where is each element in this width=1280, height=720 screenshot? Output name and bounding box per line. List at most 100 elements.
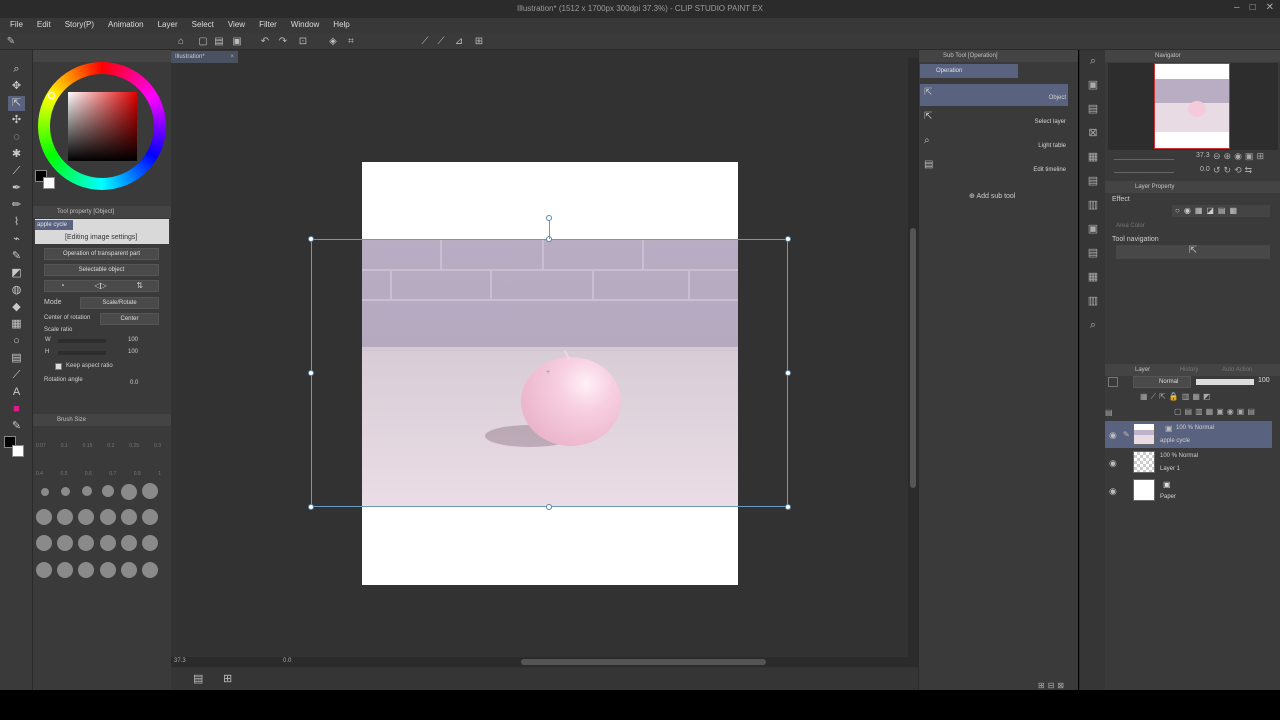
brush-size-label[interactable]: 0.5 — [60, 471, 67, 477]
material-icon[interactable]: ▥ — [1086, 198, 1100, 212]
layer-row-paper[interactable]: ◉ ▣ Paper — [1105, 477, 1272, 504]
close-icon[interactable]: ✕ — [1266, 2, 1274, 13]
save-icon[interactable]: ▣ — [230, 35, 244, 48]
selectable-object-dropdown[interactable]: Selectable object — [44, 264, 159, 276]
material-icon[interactable]: ▤ — [1086, 102, 1100, 116]
balloon-icon[interactable]: ■ — [8, 402, 25, 417]
brush-size-preset[interactable] — [82, 486, 92, 496]
close-icon[interactable]: ⊠ — [1086, 126, 1100, 140]
navigator-zoom[interactable]: 37.3 — [1196, 152, 1210, 159]
opacity-slider[interactable] — [1196, 379, 1254, 385]
airbrush-icon[interactable]: ⌁ — [8, 232, 25, 247]
pen-icon[interactable]: ✎ — [4, 35, 18, 48]
navigator-view[interactable] — [1108, 63, 1278, 150]
minimize-icon[interactable]: – — [1234, 2, 1240, 13]
material-icon[interactable]: ▣ — [1086, 78, 1100, 92]
brush-size-preset[interactable] — [100, 509, 116, 525]
vertical-scrollbar[interactable] — [908, 58, 918, 657]
visibility-eye-icon[interactable]: ◉ — [1109, 430, 1117, 441]
brush-size-preset[interactable] — [78, 562, 94, 578]
panel-footer-buttons[interactable]: ⊞⊟⊠ — [1038, 681, 1067, 690]
auto-select-icon[interactable]: ✱ — [8, 147, 25, 162]
home-icon[interactable]: ⌂ — [174, 35, 188, 48]
brush-size-preset[interactable] — [57, 509, 73, 525]
effect-buttons[interactable]: ○◉▦◪▤▦ — [1172, 205, 1270, 217]
brush-size-preset[interactable] — [121, 509, 137, 525]
navigator-zoom-buttons[interactable]: ⊖⊕◉▣⊞ — [1213, 151, 1267, 162]
brush-icon[interactable]: ⌇ — [8, 215, 25, 230]
snap-icon[interactable]: ⟋ — [418, 35, 432, 48]
document-tab[interactable]: Illustration* × — [171, 51, 238, 63]
brush-size-label[interactable]: 0.8 — [134, 471, 141, 477]
handle-top-right[interactable] — [785, 236, 791, 242]
handle-top-left[interactable] — [308, 236, 314, 242]
blend-mode-dropdown[interactable]: Normal — [1133, 376, 1191, 388]
height-value[interactable]: 100 — [128, 349, 138, 355]
width-slider[interactable] — [58, 339, 106, 343]
sub-color-swatch[interactable] — [12, 445, 24, 457]
handle-middle-left[interactable] — [308, 370, 314, 376]
handle-bottom-left[interactable] — [308, 504, 314, 510]
material-icon[interactable]: ▥ — [1086, 294, 1100, 308]
text-icon[interactable]: A — [8, 385, 25, 400]
mode-dropdown[interactable]: Scale/Rotate — [80, 297, 159, 309]
brush-size-preset[interactable] — [142, 509, 158, 525]
brush-size-label[interactable]: 0.2 — [107, 443, 114, 449]
layer-create-buttons[interactable]: ▢▤▥▦▣◉▣▤ — [1174, 407, 1258, 416]
brush-size-preset[interactable] — [78, 535, 94, 551]
flip-horizontal-icon[interactable]: ◁▷ — [94, 281, 106, 291]
layer-lock-buttons[interactable]: ▦⟋⇱🔒▥▦◩ — [1140, 392, 1214, 402]
fill-icon[interactable]: ◈ — [326, 35, 340, 48]
layer-settings-icon[interactable]: ▤ — [1105, 408, 1113, 417]
keep-aspect-checkbox[interactable] — [55, 363, 62, 370]
height-slider[interactable] — [58, 351, 106, 355]
navigator-angle-slider[interactable] — [1114, 165, 1174, 173]
brush-size-label[interactable]: 0.07 — [36, 443, 46, 449]
brush-size-label[interactable]: 0.4 — [36, 471, 43, 477]
pen-tool-icon[interactable]: ✒ — [8, 181, 25, 196]
rotation-angle-value[interactable]: 0.0 — [130, 380, 138, 386]
layer-row-layer-1[interactable]: ◉ 100 % Normal Layer 1 — [1105, 449, 1272, 476]
sub-tool-object[interactable]: ⇱ Object — [920, 84, 1068, 106]
brush-size-preset[interactable] — [57, 535, 73, 551]
brush-size-preset[interactable] — [36, 509, 52, 525]
pencil-icon[interactable]: ✏ — [8, 198, 25, 213]
flip-vertical-icon[interactable]: ⇅ — [136, 281, 143, 291]
frame-icon[interactable]: ▤ — [8, 351, 25, 366]
brush-size-preset[interactable] — [121, 484, 137, 500]
saturation-value-square[interactable] — [68, 92, 137, 161]
material-icon[interactable]: ▦ — [1086, 150, 1100, 164]
material-icon[interactable]: ▦ — [1086, 270, 1100, 284]
brush-size-preset[interactable] — [61, 487, 70, 496]
hue-cursor[interactable] — [48, 92, 55, 99]
brush-size-label[interactable]: 1 — [158, 471, 161, 477]
background-color-swatch[interactable] — [43, 177, 55, 189]
snap-ruler-icon[interactable]: ⟋ — [434, 35, 448, 48]
move-layer-icon[interactable]: ✣ — [8, 113, 25, 128]
material-icon[interactable]: ▤ — [1086, 246, 1100, 260]
blend-icon[interactable]: ◍ — [8, 283, 25, 298]
correct-line-icon[interactable]: ✎ — [8, 419, 25, 434]
crop-icon[interactable]: ⌗ — [344, 35, 358, 48]
open-file-icon[interactable]: ▤ — [212, 35, 226, 48]
menu-file[interactable]: File — [10, 18, 23, 29]
sub-tool-light-table[interactable]: ⌕ Light table — [920, 132, 1068, 154]
move-icon[interactable]: ✥ — [8, 79, 25, 94]
brush-size-preset[interactable] — [142, 562, 158, 578]
grid-icon[interactable]: ⊞ — [472, 35, 486, 48]
menu-window[interactable]: Window — [291, 18, 319, 29]
brush-size-label[interactable]: 0.1 — [61, 443, 68, 449]
layer-clipping-toggle[interactable] — [1108, 377, 1118, 387]
brush-size-preset[interactable] — [57, 562, 73, 578]
vertical-scroll-thumb[interactable] — [910, 228, 916, 488]
visibility-eye-icon[interactable]: ◉ — [1109, 458, 1117, 469]
ruler-icon[interactable]: ⊿ — [452, 35, 466, 48]
navigator-rotate-buttons[interactable]: ↺↻⟲⇆ — [1213, 165, 1255, 176]
brush-size-preset[interactable] — [102, 485, 114, 497]
tab-layer[interactable]: Layer — [1135, 367, 1150, 373]
opacity-value[interactable]: 100 — [1258, 377, 1270, 384]
menu-layer[interactable]: Layer — [158, 18, 178, 29]
sub-tool-select-layer[interactable]: ⇱ Select layer — [920, 108, 1068, 130]
add-sub-tool-button[interactable]: ⊕ Add sub tool — [969, 192, 1015, 200]
navigator-angle[interactable]: 0.0 — [1200, 166, 1210, 173]
